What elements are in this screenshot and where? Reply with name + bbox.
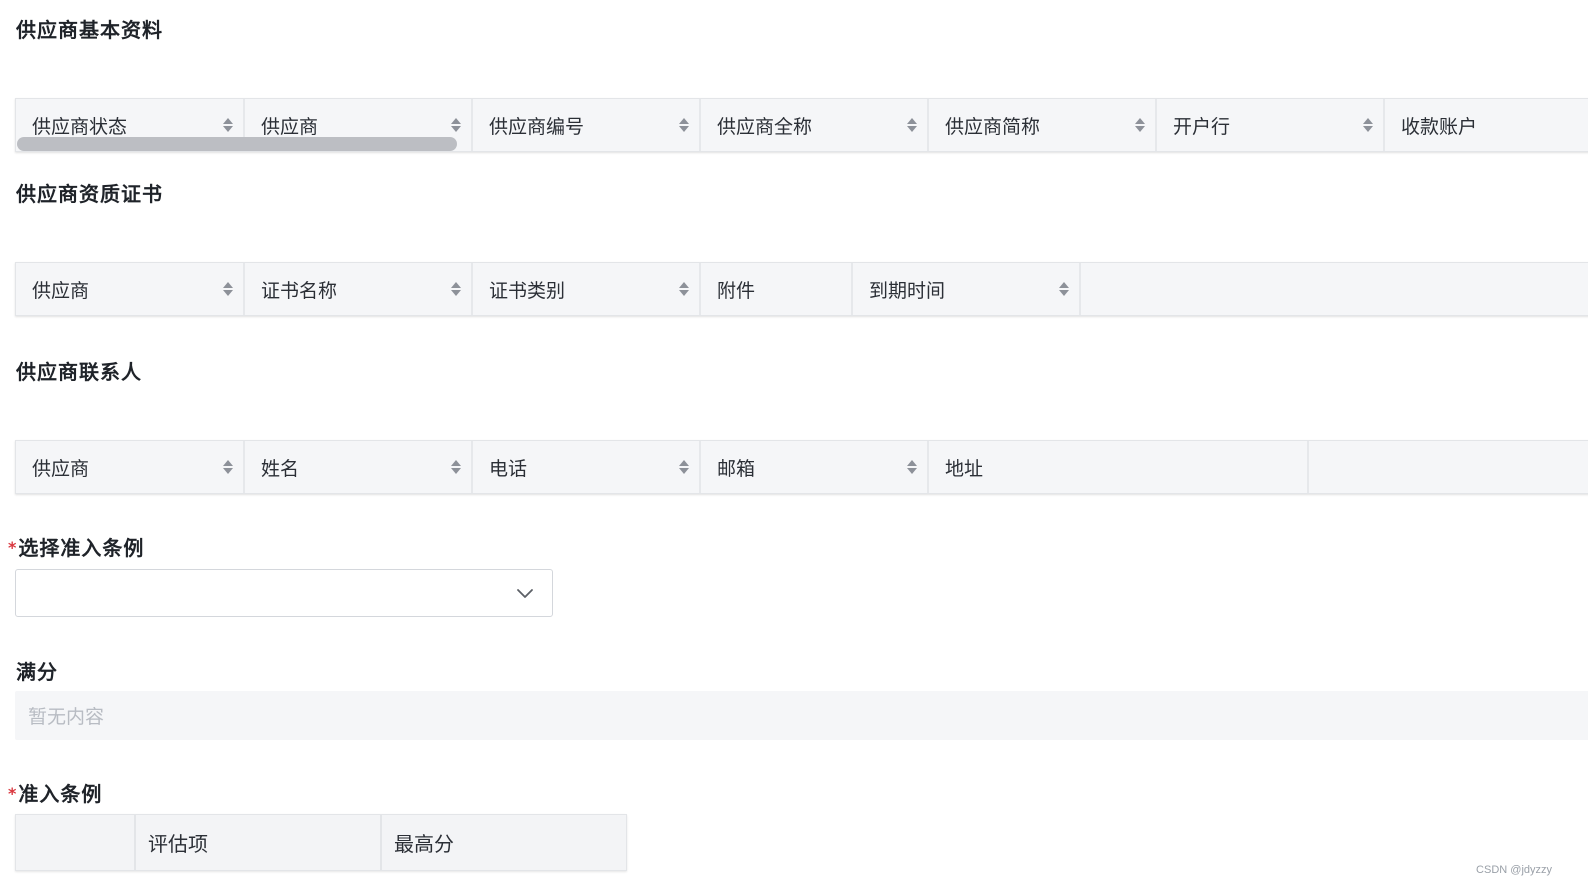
column-label: 供应商状态	[32, 115, 128, 138]
column-label: 收款账户	[1401, 115, 1478, 138]
column-label: 供应商全称	[717, 115, 813, 138]
column-label: 供应商简称	[945, 115, 1041, 138]
column-label: 姓名	[261, 457, 300, 480]
column-header-supplier[interactable]: 供应商	[16, 263, 245, 315]
sort-icon[interactable]	[679, 118, 689, 132]
sort-icon[interactable]	[223, 118, 233, 132]
column-label: 供应商编号	[489, 115, 585, 138]
column-header-evaluation-item[interactable]: 评估项	[136, 815, 382, 870]
sort-icon[interactable]	[1135, 118, 1145, 132]
column-header-certificate-name[interactable]: 证书名称	[245, 263, 473, 315]
sort-icon[interactable]	[907, 460, 917, 474]
column-header-supplier[interactable]: 供应商	[16, 441, 245, 493]
contacts-title: 供应商联系人	[16, 360, 142, 384]
column-label: 证书类别	[489, 279, 566, 302]
column-header-receiving-account[interactable]: 收款账户	[1385, 99, 1588, 151]
column-header-email[interactable]: 邮箱	[701, 441, 929, 493]
column-label: 供应商	[261, 115, 319, 138]
sort-icon[interactable]	[907, 118, 917, 132]
criteria-label: *准入条例	[8, 778, 102, 807]
sort-icon[interactable]	[223, 282, 233, 296]
sort-icon[interactable]	[679, 282, 689, 296]
full-score-empty: 暂无内容	[15, 691, 1588, 740]
required-mark: *	[8, 538, 18, 557]
sort-icon[interactable]	[223, 460, 233, 474]
column-header-max-score[interactable]: 最高分	[382, 815, 626, 870]
column-header-actions	[1081, 263, 1588, 315]
column-label: 电话	[489, 457, 528, 480]
watermark: CSDN @jdyzzy	[1476, 864, 1552, 876]
column-header-bank[interactable]: 开户行	[1157, 99, 1385, 151]
certificates-table-header: 供应商 证书名称 证书类别 附件 到期时间	[15, 262, 1588, 316]
empty-text: 暂无内容	[28, 706, 105, 728]
column-header-certificate-type[interactable]: 证书类别	[473, 263, 701, 315]
sort-icon[interactable]	[451, 282, 461, 296]
full-score-label: 满分	[16, 660, 58, 684]
horizontal-scrollbar[interactable]	[17, 137, 457, 151]
admission-rule-select[interactable]	[15, 569, 553, 617]
column-header-index	[16, 815, 136, 870]
column-header-supplier-short-name[interactable]: 供应商简称	[929, 99, 1157, 151]
column-label: 证书名称	[261, 279, 338, 302]
column-header-supplier-code[interactable]: 供应商编号	[473, 99, 701, 151]
sort-icon[interactable]	[1059, 282, 1069, 296]
chevron-down-icon[interactable]	[516, 584, 534, 602]
column-header-supplier-full-name[interactable]: 供应商全称	[701, 99, 929, 151]
admission-select-label-text: 选择准入条例	[18, 536, 145, 560]
column-header-expiry-time[interactable]: 到期时间	[853, 263, 1081, 315]
admission-select-label: *选择准入条例	[8, 532, 144, 561]
sort-icon[interactable]	[451, 118, 461, 132]
contacts-table-header: 供应商 姓名 电话 邮箱 地址	[15, 440, 1588, 494]
column-header-attachment[interactable]: 附件	[701, 263, 853, 315]
column-header-phone[interactable]: 电话	[473, 441, 701, 493]
column-label: 供应商	[32, 279, 90, 302]
required-mark: *	[8, 784, 18, 803]
sort-icon[interactable]	[1363, 118, 1373, 132]
column-header-actions	[1309, 441, 1588, 493]
column-label: 开户行	[1173, 115, 1231, 138]
sort-icon[interactable]	[451, 460, 461, 474]
criteria-table-header: 评估项 最高分	[15, 814, 627, 871]
column-label: 到期时间	[869, 279, 946, 302]
column-label: 邮箱	[717, 457, 756, 480]
certificates-title: 供应商资质证书	[16, 182, 163, 206]
criteria-label-text: 准入条例	[18, 782, 103, 806]
column-header-name[interactable]: 姓名	[245, 441, 473, 493]
basic-info-title: 供应商基本资料	[16, 18, 163, 42]
column-header-address[interactable]: 地址	[929, 441, 1309, 493]
column-label: 附件	[717, 279, 756, 302]
column-label: 地址	[945, 457, 984, 480]
column-label: 供应商	[32, 457, 90, 480]
sort-icon[interactable]	[679, 460, 689, 474]
